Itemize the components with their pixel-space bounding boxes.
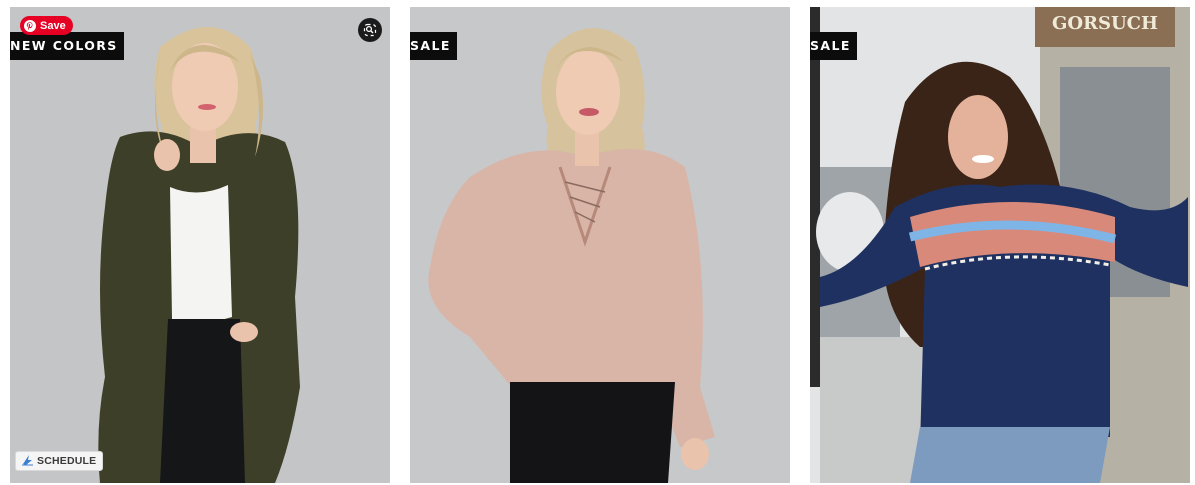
product-image[interactable] bbox=[10, 7, 390, 483]
product-grid: NEW COLORS Save SCHEDULE SALE GORSUCH SA… bbox=[0, 0, 1195, 485]
product-badge: SALE bbox=[810, 32, 857, 60]
schedule-label: SCHEDULE bbox=[37, 455, 97, 467]
product-card[interactable]: SALE bbox=[410, 7, 790, 483]
pinterest-save-button[interactable]: Save bbox=[20, 16, 73, 35]
product-image[interactable] bbox=[410, 7, 790, 483]
zoom-icon[interactable] bbox=[358, 18, 382, 42]
schedule-button[interactable]: SCHEDULE bbox=[15, 451, 104, 471]
pinterest-save-label: Save bbox=[40, 19, 66, 32]
schedule-icon bbox=[21, 454, 34, 469]
product-card[interactable]: GORSUCH SALE bbox=[810, 7, 1190, 483]
product-image[interactable]: GORSUCH bbox=[810, 7, 1190, 483]
product-badge: SALE bbox=[410, 32, 457, 60]
product-card[interactable]: NEW COLORS Save SCHEDULE bbox=[10, 7, 390, 483]
product-badge: NEW COLORS bbox=[10, 32, 124, 60]
pinterest-icon bbox=[24, 19, 36, 32]
storefront-sign-text: GORSUCH bbox=[1052, 13, 1158, 34]
